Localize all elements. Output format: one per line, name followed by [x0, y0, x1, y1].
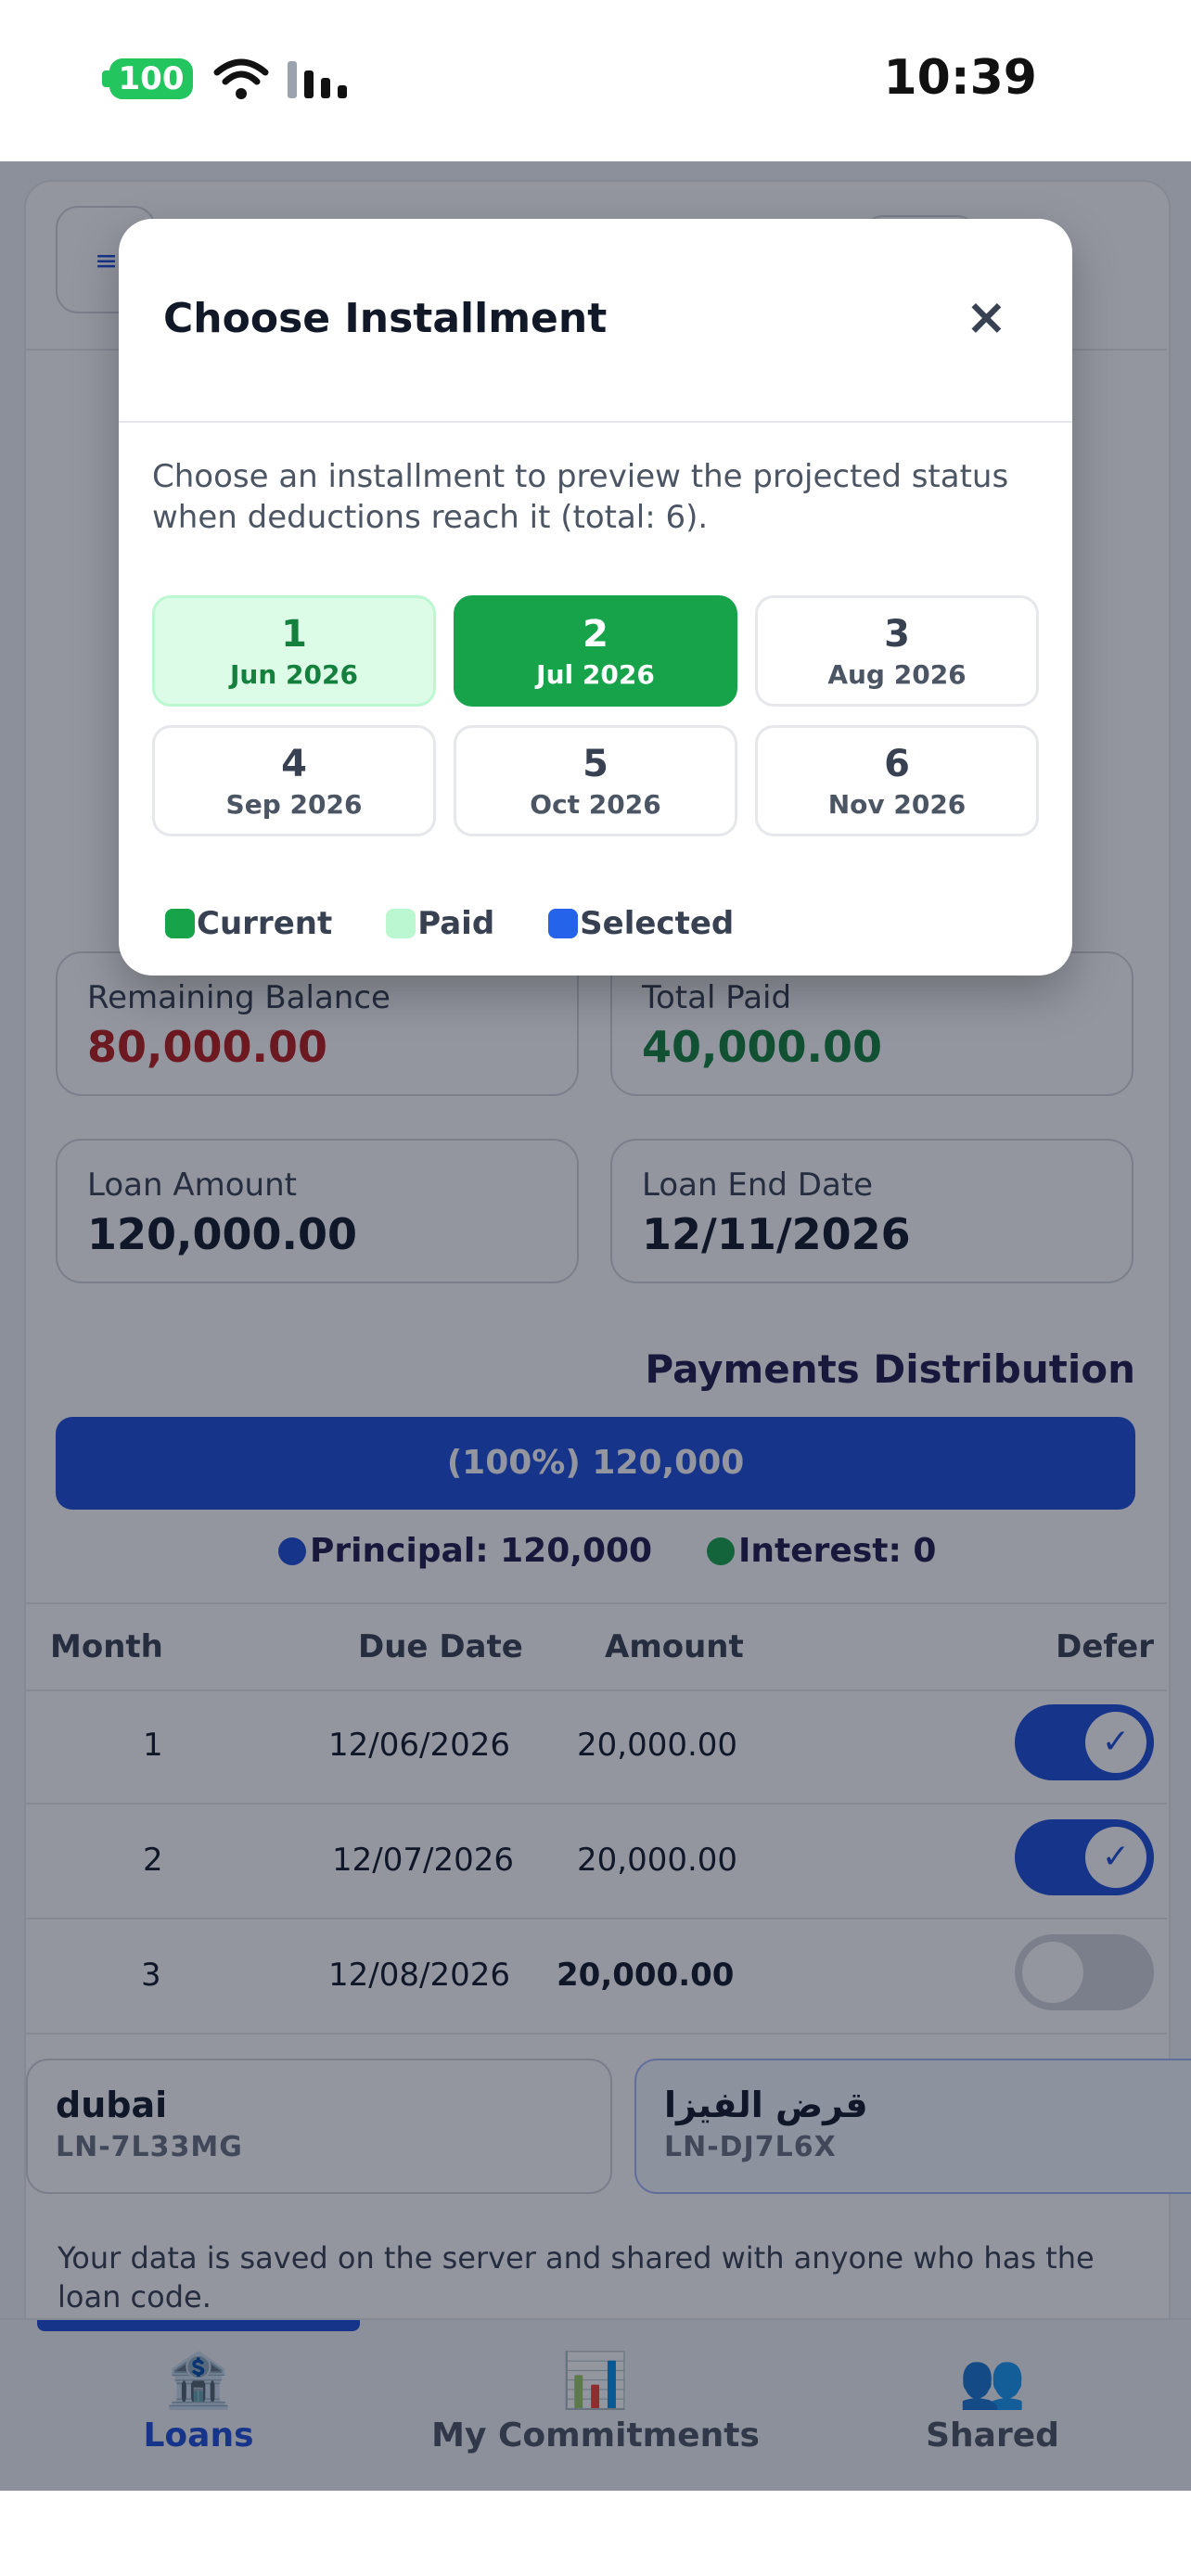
installment-date: Jul 2026 [536, 659, 655, 690]
installment-date: Nov 2026 [827, 789, 967, 820]
legend-label: Current [197, 905, 333, 942]
installment-legend: Current Paid Selected [165, 905, 734, 942]
installment-button-6[interactable]: 6 Nov 2026 [755, 725, 1039, 836]
installment-button-2[interactable]: 2 Jul 2026 [454, 595, 737, 707]
signal-icon [288, 61, 347, 98]
installment-button-3[interactable]: 3 Aug 2026 [755, 595, 1039, 707]
installment-date: Oct 2026 [530, 789, 661, 820]
battery-cap [102, 70, 109, 87]
installment-button-4[interactable]: 4 Sep 2026 [152, 725, 436, 836]
battery-icon: 100 [109, 58, 193, 99]
installment-number: 3 [884, 613, 910, 656]
installment-date: Jun 2026 [230, 659, 358, 690]
close-icon[interactable]: × [966, 287, 1007, 346]
installment-number: 2 [583, 613, 608, 656]
status-bar: 100 10:39 [0, 0, 1191, 161]
choose-installment-modal: Choose Installment × Choose an installme… [119, 219, 1072, 976]
legend-swatch [165, 909, 195, 938]
legend-swatch [548, 909, 579, 938]
wifi-icon [213, 58, 269, 99]
modal-title: Choose Installment [163, 295, 608, 342]
home-indicator-area [0, 2491, 1191, 2576]
installment-number: 5 [583, 743, 608, 785]
installment-number: 6 [884, 743, 910, 785]
legend-label: Selected [580, 905, 735, 942]
modal-divider [119, 421, 1072, 423]
installment-grid: 1 Jun 2026 2 Jul 2026 3 Aug 2026 4 Sep 2… [152, 595, 1039, 836]
installment-button-1[interactable]: 1 Jun 2026 [152, 595, 436, 707]
legend-paid: Paid [386, 905, 494, 942]
status-time: 10:39 [883, 50, 1037, 106]
modal-description: Choose an installment to preview the pro… [152, 458, 1009, 536]
legend-current: Current [165, 905, 332, 942]
legend-label: Paid [417, 905, 495, 942]
installment-number: 4 [281, 743, 307, 785]
legend-selected: Selected [548, 905, 734, 942]
installment-number: 1 [281, 613, 307, 656]
installment-date: Sep 2026 [225, 789, 363, 820]
installment-date: Aug 2026 [827, 659, 967, 690]
installment-button-5[interactable]: 5 Oct 2026 [454, 725, 737, 836]
legend-swatch [386, 909, 416, 938]
